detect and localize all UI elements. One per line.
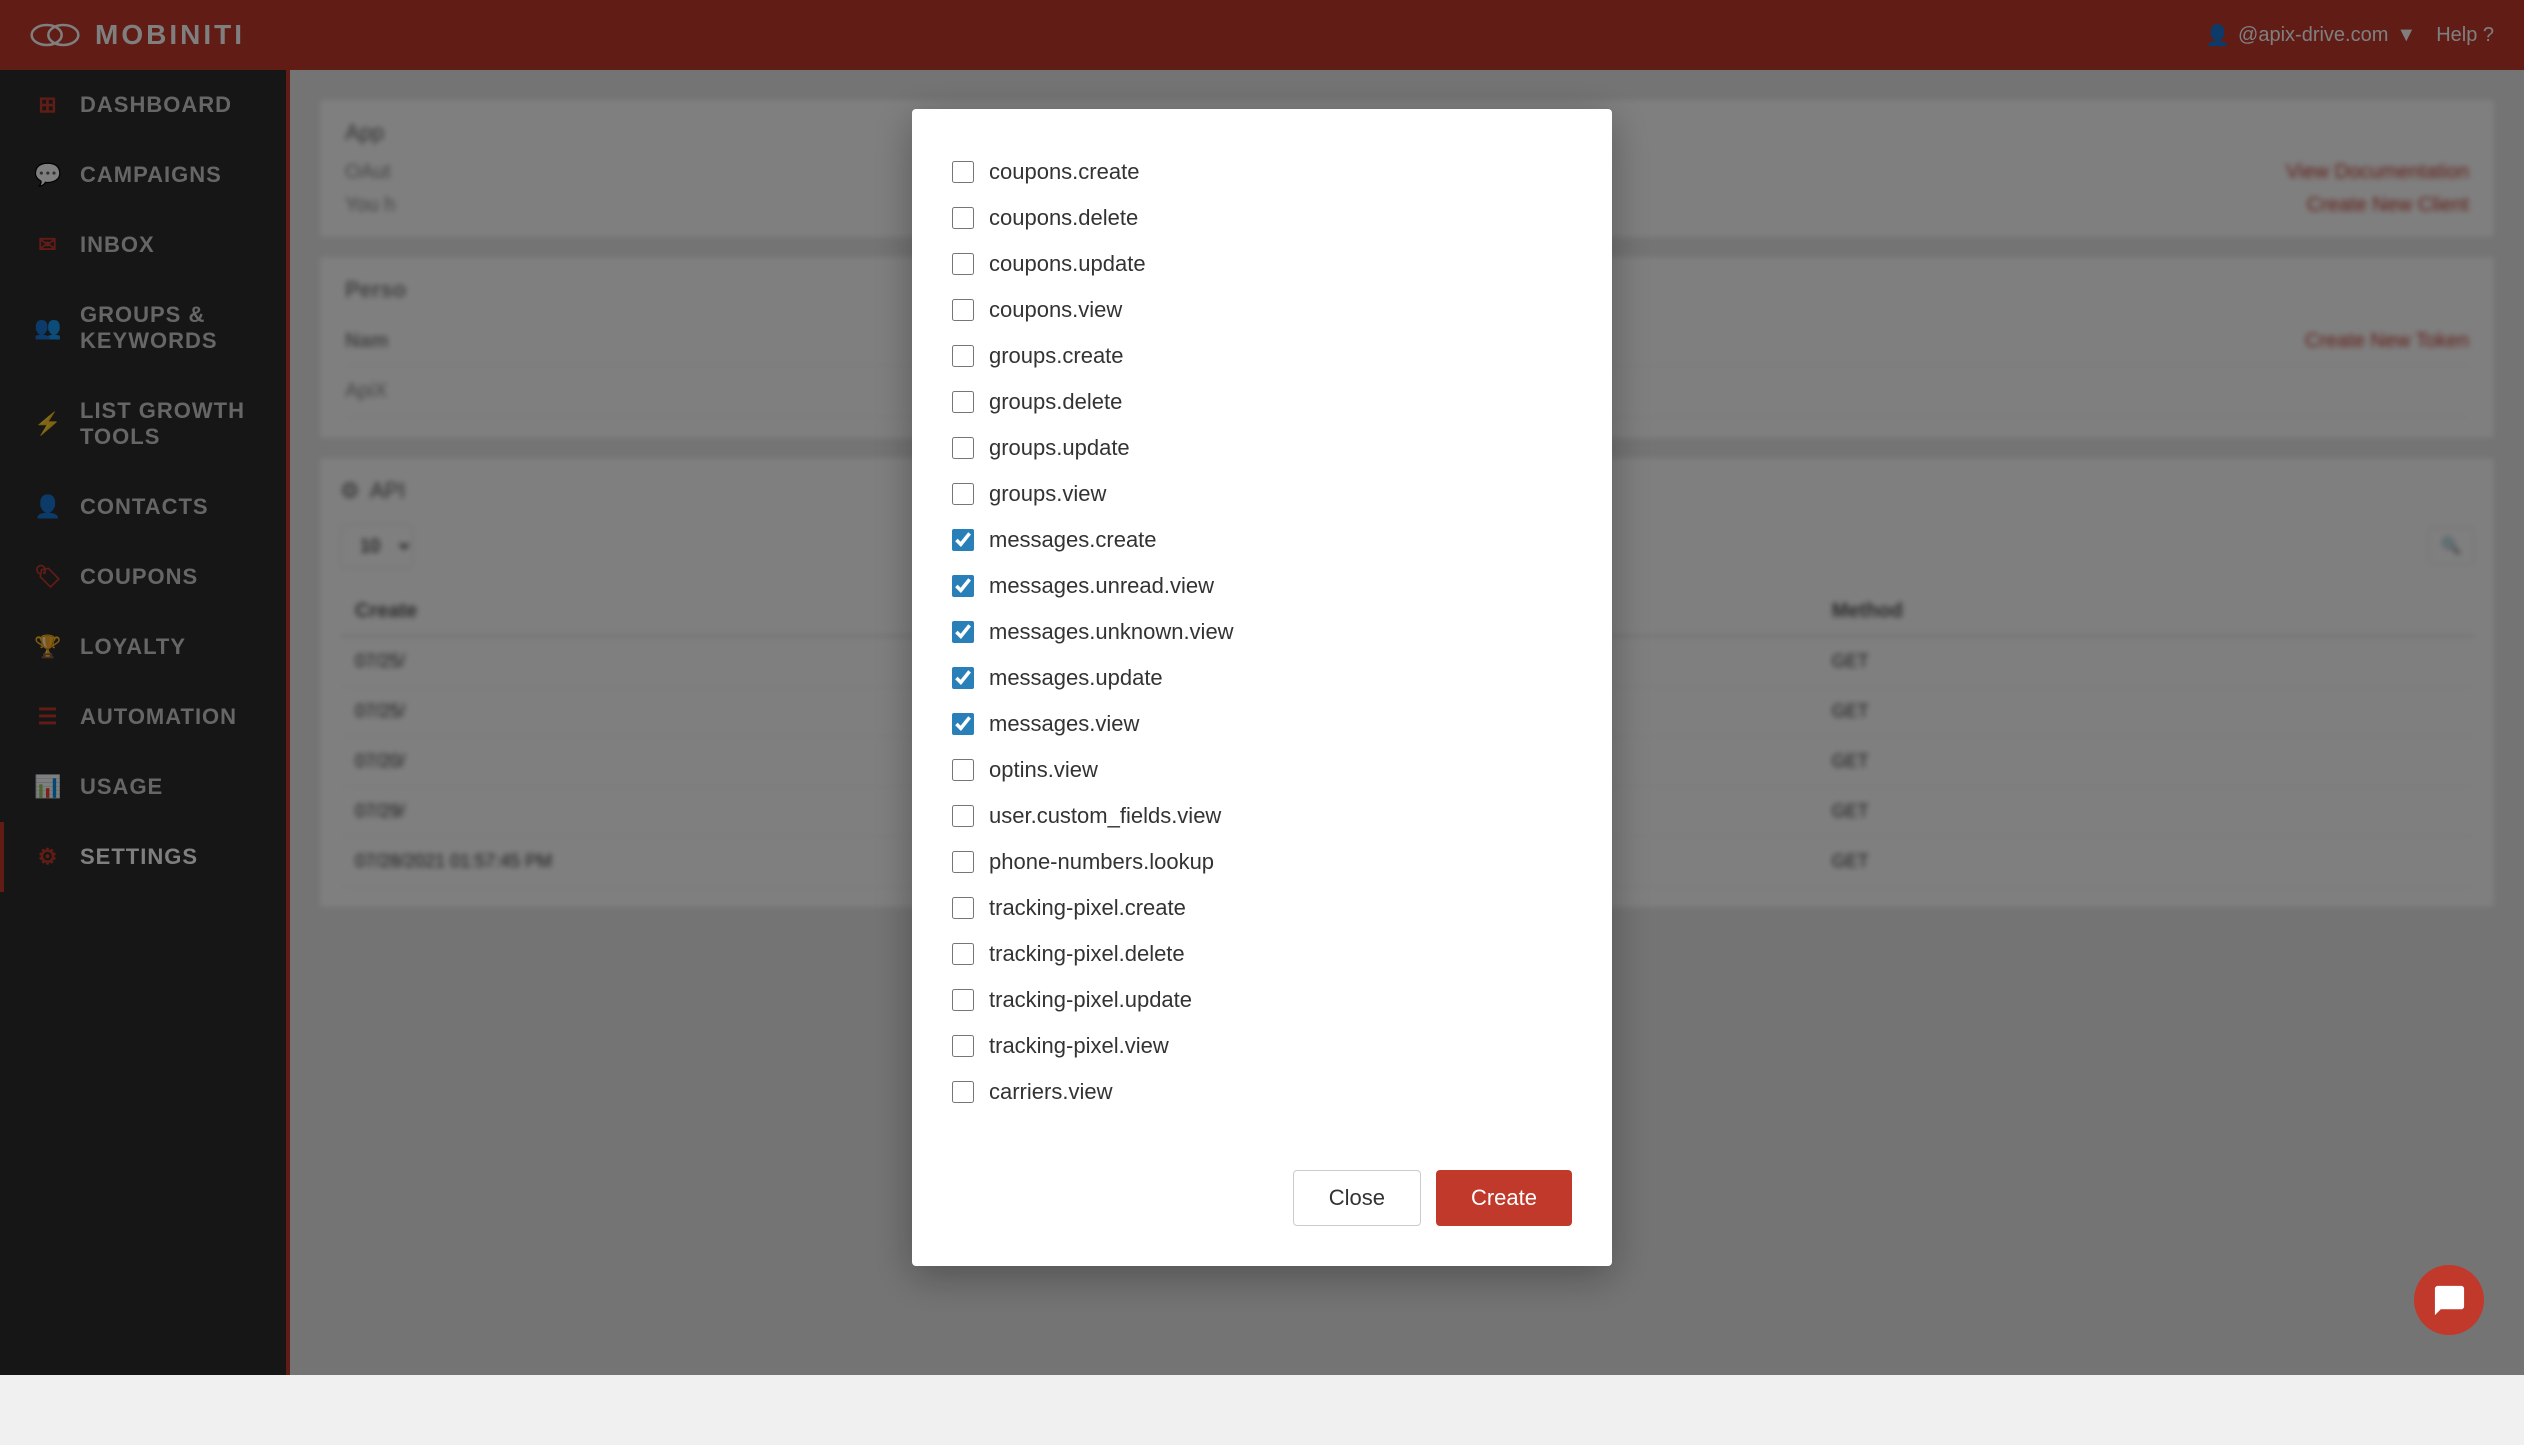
permissions-modal: coupons.create coupons.delete coupons.upda… <box>912 109 1612 1266</box>
checkbox-item: tracking-pixel.update <box>952 977 1572 1023</box>
checkbox-coupons_update[interactable] <box>952 253 974 275</box>
checkbox-item: messages.unread.view <box>952 563 1572 609</box>
checkbox-messages_create[interactable] <box>952 529 974 551</box>
checkbox-messages_unread_view[interactable] <box>952 575 974 597</box>
checkbox-item: tracking-pixel.delete <box>952 931 1572 977</box>
checkbox-label-coupons_update: coupons.update <box>989 251 1146 277</box>
checkbox-label-tracking_pixel_view: tracking-pixel.view <box>989 1033 1169 1059</box>
checkbox-optins_view[interactable] <box>952 759 974 781</box>
checkbox-coupons_delete[interactable] <box>952 207 974 229</box>
checkbox-item: groups.delete <box>952 379 1572 425</box>
checkbox-item: coupons.create <box>952 149 1572 195</box>
checkbox-item: messages.update <box>952 655 1572 701</box>
checkbox-item: coupons.update <box>952 241 1572 287</box>
checkbox-label-carriers_view: carriers.view <box>989 1079 1112 1105</box>
checkbox-label-groups_view: groups.view <box>989 481 1106 507</box>
checkbox-label-groups_update: groups.update <box>989 435 1130 461</box>
checkbox-messages_update[interactable] <box>952 667 974 689</box>
checkbox-label-messages_unknown_view: messages.unknown.view <box>989 619 1234 645</box>
checkbox-tracking_pixel_delete[interactable] <box>952 943 974 965</box>
checkbox-messages_view[interactable] <box>952 713 974 735</box>
checkbox-label-groups_create: groups.create <box>989 343 1124 369</box>
checkbox-item: groups.view <box>952 471 1572 517</box>
checkbox-label-tracking_pixel_update: tracking-pixel.update <box>989 987 1192 1013</box>
checkbox-label-messages_view: messages.view <box>989 711 1139 737</box>
checkbox-label-tracking_pixel_create: tracking-pixel.create <box>989 895 1186 921</box>
checkbox-item: coupons.view <box>952 287 1572 333</box>
checkbox-label-groups_delete: groups.delete <box>989 389 1122 415</box>
checkbox-label-phone_numbers_lookup: phone-numbers.lookup <box>989 849 1214 875</box>
checkbox-label-tracking_pixel_delete: tracking-pixel.delete <box>989 941 1185 967</box>
checkbox-item: optins.view <box>952 747 1572 793</box>
checkbox-label-user_custom_fields_view: user.custom_fields.view <box>989 803 1221 829</box>
checkbox-item: messages.create <box>952 517 1572 563</box>
modal-footer: Close Create <box>952 1150 1572 1226</box>
checkbox-item: messages.unknown.view <box>952 609 1572 655</box>
chat-icon <box>2432 1283 2467 1318</box>
modal-overlay: coupons.create coupons.delete coupons.upda… <box>0 0 2524 1375</box>
checkbox-label-coupons_delete: coupons.delete <box>989 205 1138 231</box>
close-button[interactable]: Close <box>1293 1170 1421 1226</box>
checkbox-tracking_pixel_view[interactable] <box>952 1035 974 1057</box>
checkbox-tracking_pixel_create[interactable] <box>952 897 974 919</box>
checkbox-groups_update[interactable] <box>952 437 974 459</box>
checkbox-item: messages.view <box>952 701 1572 747</box>
create-button[interactable]: Create <box>1436 1170 1572 1226</box>
checkbox-label-optins_view: optins.view <box>989 757 1098 783</box>
checkbox-item: user.custom_fields.view <box>952 793 1572 839</box>
checkbox-item: tracking-pixel.view <box>952 1023 1572 1069</box>
checkbox-item: coupons.delete <box>952 195 1572 241</box>
checkbox-item: tracking-pixel.create <box>952 885 1572 931</box>
checkbox-groups_view[interactable] <box>952 483 974 505</box>
checkbox-tracking_pixel_update[interactable] <box>952 989 974 1011</box>
checkbox-coupons_create[interactable] <box>952 161 974 183</box>
checkbox-label-coupons_create: coupons.create <box>989 159 1139 185</box>
checkbox-item: groups.create <box>952 333 1572 379</box>
checkbox-phone_numbers_lookup[interactable] <box>952 851 974 873</box>
modal-body: coupons.create coupons.delete coupons.upda… <box>952 149 1572 1115</box>
checkbox-label-coupons_view: coupons.view <box>989 297 1122 323</box>
checkbox-groups_delete[interactable] <box>952 391 974 413</box>
checkbox-messages_unknown_view[interactable] <box>952 621 974 643</box>
checkbox-label-messages_update: messages.update <box>989 665 1163 691</box>
checkbox-item: phone-numbers.lookup <box>952 839 1572 885</box>
chat-bubble-button[interactable] <box>2414 1265 2484 1335</box>
checkbox-carriers_view[interactable] <box>952 1081 974 1103</box>
checkbox-coupons_view[interactable] <box>952 299 974 321</box>
checkbox-item: carriers.view <box>952 1069 1572 1115</box>
checkbox-groups_create[interactable] <box>952 345 974 367</box>
checkbox-item: groups.update <box>952 425 1572 471</box>
checkbox-label-messages_create: messages.create <box>989 527 1157 553</box>
checkbox-label-messages_unread_view: messages.unread.view <box>989 573 1214 599</box>
checkbox-user_custom_fields_view[interactable] <box>952 805 974 827</box>
